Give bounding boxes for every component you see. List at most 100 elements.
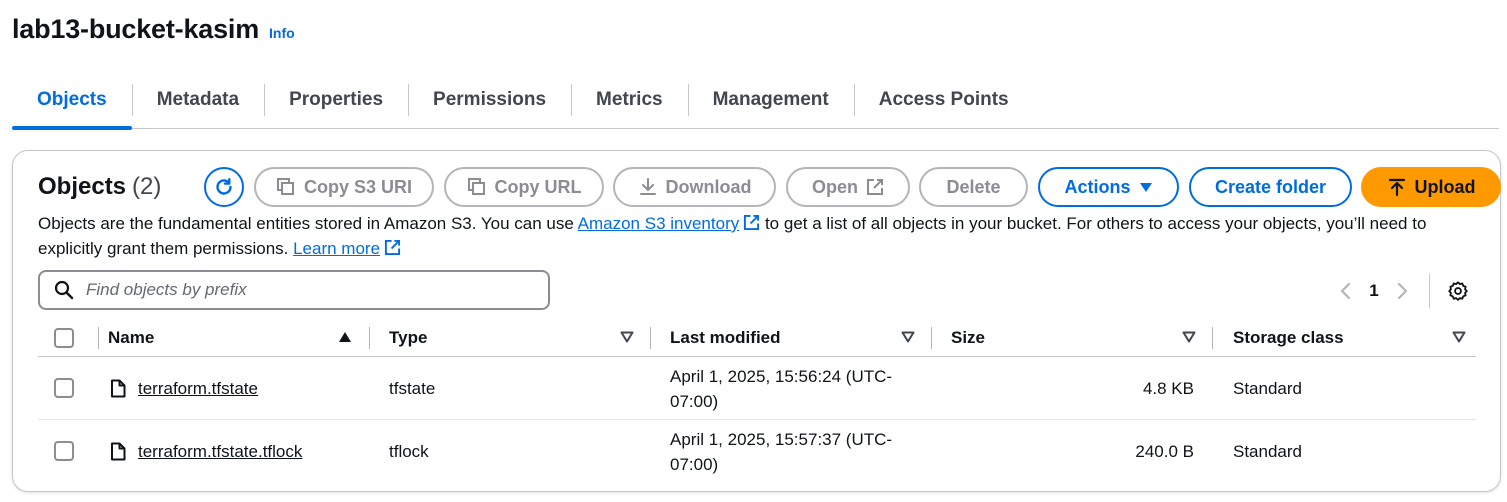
select-all-checkbox[interactable] (54, 328, 74, 348)
tab-bar: Objects Metadata Properties Permissions … (12, 72, 1499, 130)
row-checkbox[interactable] (54, 441, 74, 461)
page-title: lab13-bucket-kasim (12, 14, 260, 44)
modified-date-line-1: April 1, 2025, 15:57:37 (UTC- (670, 430, 893, 449)
column-storage-class-label: Storage class (1233, 327, 1344, 347)
upload-icon (1388, 178, 1405, 197)
actions-label: Actions (1064, 176, 1131, 197)
download-button[interactable]: Download (613, 167, 776, 207)
object-size: 240.0 B (1135, 442, 1194, 461)
chevron-left-icon (1340, 282, 1351, 300)
page-header: lab13-bucket-kasim Info (12, 14, 295, 45)
column-size-label: Size (951, 327, 986, 347)
sort-icon (1452, 331, 1466, 343)
object-name-link[interactable]: terraform.tfstate (138, 376, 258, 401)
open-button[interactable]: Open (786, 167, 910, 207)
column-divider (650, 327, 651, 349)
tab-access-points[interactable]: Access Points (853, 72, 1034, 128)
objects-panel: Objects (2) Copy S3 URI Copy URL Downloa… (12, 150, 1501, 492)
search-icon (54, 280, 74, 300)
current-page[interactable]: 1 (1361, 281, 1387, 301)
copy-icon (276, 178, 294, 195)
s3-inventory-link[interactable]: Amazon S3 inventory (578, 214, 740, 233)
column-size[interactable]: Size (951, 319, 1196, 356)
actions-dropdown[interactable]: Actions (1038, 167, 1179, 207)
learn-more-link[interactable]: Learn more (293, 239, 380, 258)
tab-permissions[interactable]: Permissions (408, 72, 571, 128)
chevron-right-icon (1397, 282, 1408, 300)
external-link-icon[interactable] (743, 214, 760, 231)
column-last-modified[interactable]: Last modified (670, 319, 915, 356)
external-link-icon[interactable] (384, 239, 401, 256)
object-last-modified: April 1, 2025, 15:56:24 (UTC- 07:00) (670, 364, 892, 414)
file-icon (111, 379, 126, 398)
delete-button[interactable]: Delete (919, 167, 1028, 207)
object-storage-class: Standard (1233, 442, 1302, 461)
pager-divider (1429, 274, 1430, 308)
column-storage-class[interactable]: Storage class (1233, 319, 1466, 356)
create-folder-label: Create folder (1214, 176, 1327, 197)
preferences-button[interactable] (1442, 275, 1474, 307)
download-label: Download (665, 176, 752, 197)
open-label: Open (811, 176, 858, 197)
column-name[interactable]: Name (108, 319, 358, 356)
refresh-icon (216, 178, 232, 195)
column-divider (369, 327, 370, 349)
copy-icon (467, 178, 485, 195)
column-name-label: Name (108, 327, 155, 347)
object-storage-class: Standard (1233, 379, 1302, 398)
upload-button[interactable]: Upload (1361, 167, 1501, 207)
file-icon (111, 442, 126, 461)
settings-icon (1448, 281, 1468, 301)
tab-metadata[interactable]: Metadata (131, 72, 264, 128)
object-type: tflock (389, 442, 429, 461)
modified-date-line-1: April 1, 2025, 15:56:24 (UTC- (670, 367, 893, 386)
search-input[interactable] (86, 280, 526, 300)
objects-description: Objects are the fundamental entities sto… (38, 211, 1458, 261)
object-name-link[interactable]: terraform.tfstate.tflock (138, 439, 302, 464)
table-row[interactable]: terraform.tfstate tfstate April 1, 2025,… (38, 357, 1476, 420)
caret-down-icon (1139, 183, 1152, 192)
info-link[interactable]: Info (269, 25, 295, 41)
prev-page-button[interactable] (1329, 275, 1361, 307)
object-last-modified: April 1, 2025, 15:57:37 (UTC- 07:00) (670, 427, 892, 477)
sort-icon (1182, 331, 1196, 343)
objects-count: (2) (132, 173, 162, 200)
object-type: tfstate (389, 379, 436, 398)
column-divider (1212, 327, 1213, 349)
sort-icon (901, 331, 915, 343)
table-row[interactable]: terraform.tfstate.tflock tflock April 1,… (38, 420, 1476, 483)
refresh-button[interactable] (204, 167, 244, 207)
external-link-icon (867, 179, 883, 195)
column-divider (98, 327, 99, 349)
table-header: Name Type Last modified Size Storage cla… (38, 319, 1476, 357)
copy-s3-uri-button[interactable]: Copy S3 URI (254, 167, 434, 207)
copy-s3-uri-label: Copy S3 URI (303, 176, 413, 197)
tab-metrics[interactable]: Metrics (571, 72, 688, 128)
next-page-button[interactable] (1387, 275, 1419, 307)
sort-asc-icon (339, 332, 351, 342)
download-icon (639, 178, 656, 195)
modified-date-line-2: 07:00) (670, 392, 719, 411)
description-text-1: Objects are the fundamental entities sto… (38, 214, 578, 233)
objects-heading: Objects (38, 173, 127, 200)
search-box[interactable] (38, 270, 550, 310)
copy-url-label: Copy URL (494, 176, 582, 197)
copy-url-button[interactable]: Copy URL (444, 167, 604, 207)
objects-table: Name Type Last modified Size Storage cla… (38, 319, 1476, 483)
create-folder-button[interactable]: Create folder (1189, 167, 1352, 207)
tab-properties[interactable]: Properties (264, 72, 408, 128)
objects-header: Objects (2) Copy S3 URI Copy URL Downloa… (38, 167, 1501, 207)
modified-date-line-2: 07:00) (670, 455, 719, 474)
column-divider (931, 327, 932, 349)
object-size: 4.8 KB (1142, 379, 1194, 398)
upload-label: Upload (1414, 176, 1476, 197)
sort-icon (620, 331, 634, 343)
pagination: 1 (1329, 274, 1474, 308)
column-type-label: Type (389, 327, 428, 347)
tab-objects[interactable]: Objects (12, 72, 132, 130)
tab-management[interactable]: Management (687, 72, 854, 128)
column-type[interactable]: Type (389, 319, 634, 356)
delete-label: Delete (946, 176, 1001, 197)
column-last-modified-label: Last modified (670, 327, 781, 347)
row-checkbox[interactable] (54, 378, 74, 398)
